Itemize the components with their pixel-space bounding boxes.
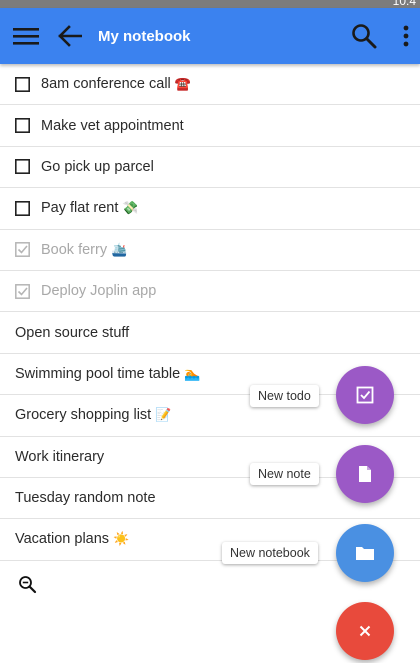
item-title: Pay flat rent <box>41 200 119 217</box>
zoom-out-icon[interactable] <box>18 575 38 595</box>
item-emoji: 🛳️ <box>111 241 128 257</box>
new-notebook-button[interactable] <box>336 524 394 582</box>
todo-item[interactable]: Go pick up parcel <box>0 147 420 189</box>
todo-item[interactable]: Book ferry 🛳️ <box>0 230 420 271</box>
back-arrow-icon[interactable] <box>50 8 90 64</box>
app-bar: My notebook <box>0 8 420 64</box>
checkbox[interactable] <box>15 159 30 175</box>
close-icon <box>359 625 371 637</box>
checkbox-checked-icon <box>356 386 374 404</box>
new-note-button[interactable] <box>336 445 394 503</box>
checkbox-checked[interactable] <box>15 283 30 299</box>
folder-icon <box>356 547 374 560</box>
item-title: Go pick up parcel <box>41 158 154 175</box>
status-bar: 10:4 <box>0 0 420 8</box>
todo-item[interactable]: Make vet appointment <box>0 105 420 147</box>
item-title: Deploy Joplin app <box>41 283 157 300</box>
checkbox-checked[interactable] <box>15 242 30 258</box>
todo-item[interactable]: Deploy Joplin app <box>0 271 420 313</box>
checkbox[interactable] <box>15 118 30 134</box>
note-item[interactable]: Open source stuff <box>0 312 420 354</box>
item-title: Grocery shopping list <box>15 407 152 424</box>
checkbox[interactable] <box>15 200 30 216</box>
new-todo-label[interactable]: New todo <box>250 385 319 407</box>
new-notebook-label[interactable]: New notebook <box>222 542 318 564</box>
item-title: Tuesday random note <box>15 490 156 507</box>
item-title: 8am conference call <box>41 76 171 93</box>
item-emoji: 🏊 <box>184 365 201 381</box>
status-time: 10:4 <box>392 0 416 8</box>
item-emoji: 📝 <box>155 407 172 423</box>
item-title: Vacation plans <box>15 531 110 548</box>
new-note-label[interactable]: New note <box>250 463 319 485</box>
todo-item[interactable]: Pay flat rent 💸 <box>0 188 420 230</box>
item-title: Book ferry <box>41 241 108 258</box>
item-emoji: ☎️ <box>174 76 191 92</box>
new-todo-button[interactable] <box>336 366 394 424</box>
item-title: Swimming pool time table <box>15 365 181 382</box>
item-emoji: ☀️ <box>113 531 130 547</box>
checkbox[interactable] <box>15 76 30 92</box>
item-title: Make vet appointment <box>41 117 184 134</box>
item-title: Work itinerary <box>15 448 105 465</box>
hamburger-icon[interactable] <box>6 8 46 64</box>
item-title: Open source stuff <box>15 324 130 341</box>
close-fab-button[interactable] <box>336 602 394 660</box>
item-emoji: 💸 <box>122 200 139 216</box>
more-vertical-icon[interactable] <box>386 8 420 64</box>
page-title: My notebook <box>98 28 191 45</box>
search-icon[interactable] <box>344 8 384 64</box>
todo-item[interactable]: 8am conference call ☎️ <box>0 64 420 106</box>
document-icon <box>359 466 371 482</box>
